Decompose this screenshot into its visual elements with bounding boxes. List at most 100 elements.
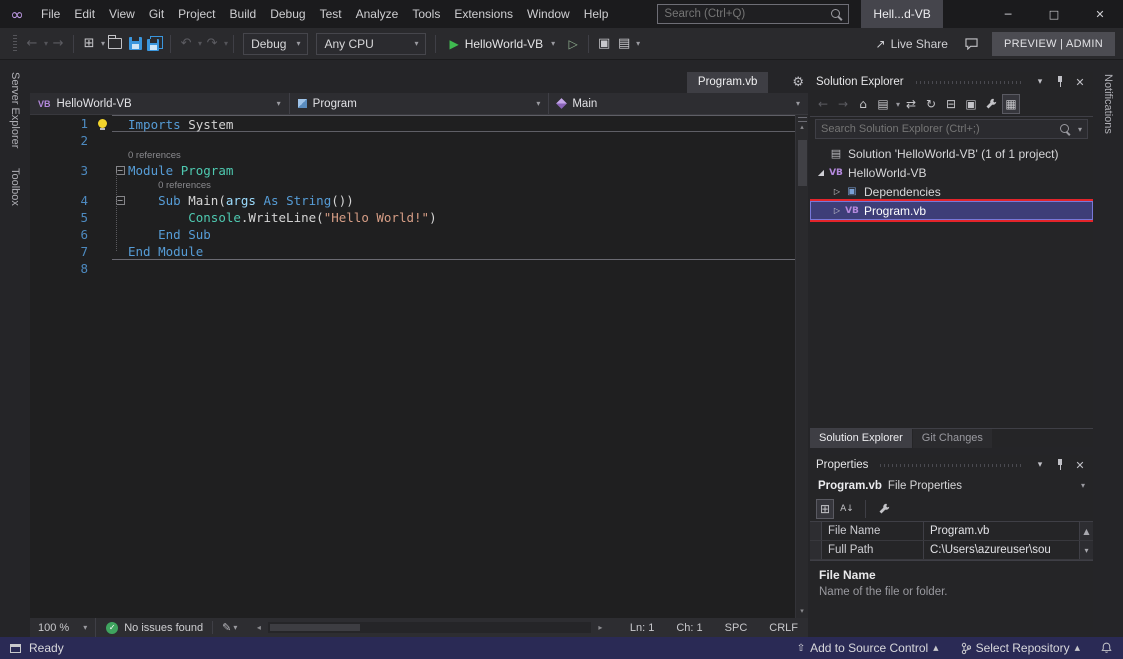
close-panel-icon[interactable]: ✕ bbox=[1073, 459, 1087, 472]
scroll-left-icon[interactable]: ◂ bbox=[251, 623, 266, 632]
open-folder-icon[interactable] bbox=[105, 33, 125, 55]
forward-icon[interactable]: → bbox=[834, 94, 852, 114]
search-options-caret-icon[interactable]: ▾ bbox=[1078, 125, 1082, 134]
tree-item-program-vb[interactable]: ▷VBProgram.vb bbox=[810, 201, 1093, 220]
document-window-icon[interactable]: ▣ bbox=[594, 33, 614, 55]
panel-tab[interactable]: Git Changes bbox=[913, 429, 992, 448]
code-line-6[interactable]: 6 End Sub bbox=[30, 226, 795, 243]
expander-icon[interactable]: ▷ bbox=[830, 206, 844, 215]
close-panel-icon[interactable]: ✕ bbox=[1073, 76, 1087, 89]
tab-program-vb[interactable]: Program.vb bbox=[687, 72, 768, 93]
back-icon[interactable]: ← bbox=[814, 94, 832, 114]
editor-vertical-scrollbar[interactable]: ▴ ▾ bbox=[795, 115, 808, 618]
scroll-down-icon[interactable]: ▾ bbox=[800, 606, 804, 616]
code-cleanup-caret-icon[interactable]: ▾ bbox=[233, 623, 237, 632]
panel-tab[interactable]: Solution Explorer bbox=[810, 429, 912, 448]
maximize-button[interactable]: □ bbox=[1031, 0, 1077, 28]
codelens-references[interactable]: 0 references bbox=[30, 149, 795, 162]
property-row[interactable]: Full Path C:\Users\azureuser\sou ▾ bbox=[810, 541, 1093, 560]
menu-item[interactable]: Window bbox=[520, 0, 577, 28]
panel-menu-caret-icon[interactable]: ▾ bbox=[1033, 77, 1047, 87]
type-dropdown[interactable]: Program ▾ bbox=[290, 93, 550, 114]
code-editor[interactable]: 1Imports System20 references3−Module Pro… bbox=[30, 115, 808, 618]
start-debugging-button[interactable]: ▶ HelloWorld-VB ▾ bbox=[441, 33, 563, 55]
pin-icon[interactable] bbox=[1053, 76, 1067, 89]
menu-item[interactable]: Extensions bbox=[447, 0, 520, 28]
navigate-forward-icon[interactable]: → bbox=[48, 33, 68, 55]
quick-search-input[interactable] bbox=[664, 8, 831, 20]
menu-item[interactable]: Help bbox=[577, 0, 616, 28]
menu-item[interactable]: Edit bbox=[67, 0, 102, 28]
health-check-icon[interactable]: ✓ bbox=[106, 622, 118, 634]
line-indicator[interactable]: Ln: 1 bbox=[630, 622, 654, 634]
tree-item-solution-helloworld-vb-1-of-1-project[interactable]: ▤Solution 'HelloWorld-VB' (1 of 1 projec… bbox=[810, 144, 1093, 163]
alphabetical-sort-icon[interactable]: A↓ bbox=[838, 499, 856, 519]
wrench-icon[interactable] bbox=[982, 94, 1000, 114]
project-dropdown[interactable]: VB HelloWorld-VB ▾ bbox=[30, 93, 290, 114]
close-button[interactable]: ✕ bbox=[1077, 0, 1123, 28]
solution-search-input[interactable] bbox=[821, 123, 1055, 135]
menu-item[interactable]: View bbox=[102, 0, 142, 28]
minimize-button[interactable]: ─ bbox=[985, 0, 1031, 28]
panel-drag-grip[interactable] bbox=[880, 464, 1021, 467]
live-share-button[interactable]: ↗ Live Share bbox=[876, 37, 948, 51]
feedback-icon[interactable] bbox=[962, 33, 982, 55]
spaces-indicator[interactable]: SPC bbox=[725, 622, 748, 634]
menu-item[interactable]: Debug bbox=[263, 0, 312, 28]
lightbulb-icon[interactable] bbox=[98, 119, 107, 128]
properties-pages-icon[interactable]: ▣ bbox=[962, 94, 980, 114]
pin-icon[interactable] bbox=[1053, 459, 1067, 472]
save-all-button[interactable] bbox=[145, 33, 165, 55]
panel-drag-grip[interactable] bbox=[916, 81, 1021, 84]
scroll-up-icon[interactable]: ▴ bbox=[800, 122, 804, 132]
code-line-4[interactable]: 4− Sub Main(args As String()) bbox=[30, 192, 795, 209]
toolbar-grip[interactable] bbox=[13, 35, 17, 53]
collapse-all-icon[interactable]: ⊟ bbox=[942, 94, 960, 114]
object-dropdown-caret-icon[interactable]: ▾ bbox=[1081, 481, 1085, 490]
property-value[interactable]: C:\Users\azureuser\sou bbox=[924, 541, 1079, 559]
code-line-7[interactable]: 7End Module bbox=[30, 243, 795, 260]
column-indicator[interactable]: Ch: 1 bbox=[676, 622, 702, 634]
selected-object-row[interactable]: Program.vb File Properties ▾ bbox=[810, 475, 1093, 496]
panel-menu-caret-icon[interactable]: ▾ bbox=[1033, 460, 1047, 470]
sync-with-active-document-icon[interactable]: ⇄ bbox=[902, 94, 920, 114]
start-without-debugging-icon[interactable]: ▷ bbox=[563, 33, 583, 55]
issues-status-text[interactable]: No issues found bbox=[124, 622, 203, 634]
property-row[interactable]: File Name Program.vb ▲ bbox=[810, 522, 1093, 541]
notifications-bell-icon[interactable] bbox=[1100, 641, 1113, 655]
row-adorner-icon[interactable]: ▾ bbox=[1079, 541, 1093, 559]
new-project-icon[interactable]: ⊞ bbox=[79, 33, 99, 55]
menu-item[interactable]: Git bbox=[142, 0, 171, 28]
code-line-1[interactable]: 1Imports System bbox=[30, 115, 795, 132]
expander-icon[interactable]: ◢ bbox=[814, 168, 828, 177]
vertical-tab[interactable]: Server Explorer bbox=[9, 72, 21, 148]
code-line-3[interactable]: 3−Module Program bbox=[30, 162, 795, 179]
categorized-icon[interactable]: ⊞ bbox=[816, 499, 834, 519]
switch-views-icon[interactable]: ▤ bbox=[874, 94, 892, 114]
tree-item-dependencies[interactable]: ▷▣Dependencies bbox=[810, 182, 1093, 201]
solution-platform-dropdown[interactable]: Any CPU▾ bbox=[316, 33, 426, 55]
switch-views-caret-icon[interactable]: ▾ bbox=[896, 100, 900, 109]
vertical-tab[interactable]: Toolbox bbox=[9, 168, 21, 206]
editor-options-gear-icon[interactable]: ⚙ bbox=[792, 72, 804, 93]
list-view-icon[interactable]: ▤ bbox=[614, 33, 634, 55]
scrollbar-thumb[interactable] bbox=[798, 140, 807, 186]
menu-item[interactable]: Project bbox=[171, 0, 222, 28]
property-value[interactable]: Program.vb bbox=[924, 522, 1079, 540]
quick-search-box[interactable] bbox=[657, 4, 849, 24]
tree-item-helloworld-vb[interactable]: ◢VBHelloWorld-VB bbox=[810, 163, 1093, 182]
menu-item[interactable]: Tools bbox=[405, 0, 447, 28]
codelens-references[interactable]: 0 references bbox=[30, 179, 795, 192]
menu-item[interactable]: Analyze bbox=[349, 0, 406, 28]
menu-item[interactable]: Test bbox=[313, 0, 349, 28]
scroll-right-icon[interactable]: ▸ bbox=[593, 623, 608, 632]
code-line-5[interactable]: 5 Console.WriteLine("Hello World!") bbox=[30, 209, 795, 226]
code-line-8[interactable]: 8 bbox=[30, 260, 795, 277]
redo-caret-icon[interactable]: ▾ bbox=[224, 39, 228, 48]
select-repository-button[interactable]: Select Repository ▲ bbox=[961, 641, 1080, 655]
save-button[interactable] bbox=[125, 33, 145, 55]
undo-icon[interactable]: ↶ bbox=[176, 33, 196, 55]
navigate-back-icon[interactable]: ← bbox=[22, 33, 42, 55]
background-tasks-icon[interactable] bbox=[10, 644, 21, 653]
expander-icon[interactable]: ▷ bbox=[830, 187, 844, 196]
